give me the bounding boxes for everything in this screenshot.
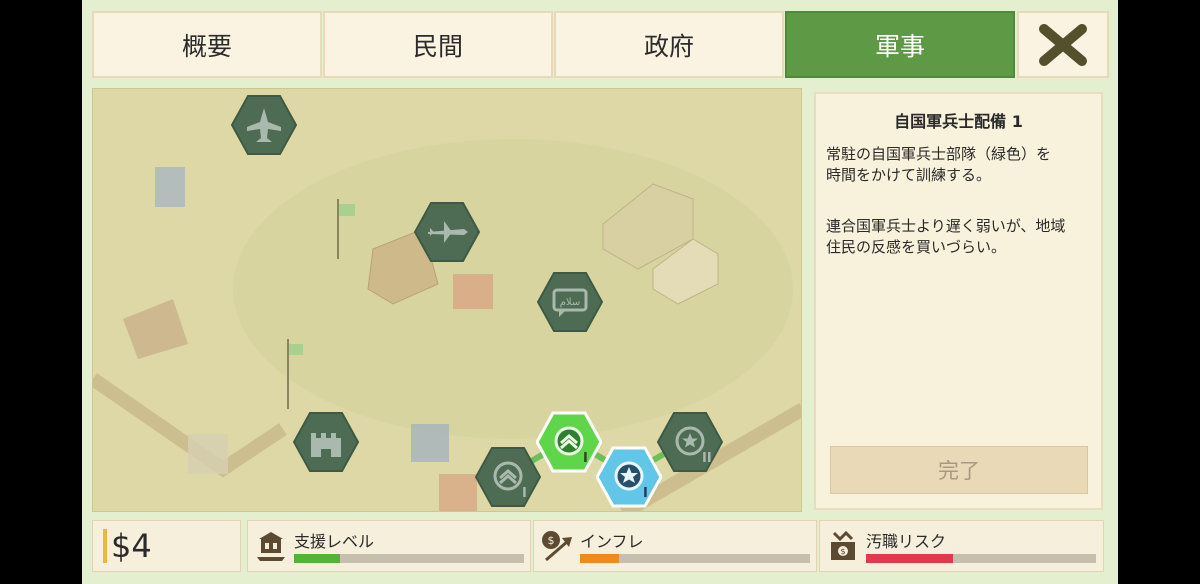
support-bar-track <box>294 554 524 563</box>
tech-node-arabic-speech[interactable]: سلام <box>537 269 603 335</box>
inflation-coin-arrow-icon: $ <box>542 531 572 562</box>
game-screen: 概要 民間 政府 軍事 سلام I I I II 自国軍兵士配備 1 常駐の自… <box>82 0 1118 584</box>
money-cursor <box>103 529 107 563</box>
panel-title: 自国軍兵士配備 1 <box>894 112 1023 131</box>
support-building-icon <box>257 532 285 561</box>
tech-node-soldier-rank-completed[interactable]: I <box>536 409 602 475</box>
svg-text:I: I <box>522 486 527 501</box>
money-display: $4 <box>92 520 241 572</box>
svg-text:I: I <box>583 451 588 466</box>
stat-corruption-label: 汚職リスク <box>866 532 947 551</box>
close-x-icon <box>1039 23 1087 66</box>
svg-text:سلام: سلام <box>560 297 581 308</box>
desc2-line2: 住民の反感を買いづらい。 <box>826 238 1007 256</box>
corruption-bar-track <box>866 554 1096 563</box>
svg-text:$: $ <box>840 547 845 556</box>
inflation-bar-track <box>580 554 810 563</box>
tech-node-drone[interactable] <box>414 199 480 265</box>
tech-node-jet-fighter[interactable] <box>231 92 297 158</box>
svg-text:I: I <box>643 486 648 501</box>
money-value: $4 <box>111 527 152 565</box>
info-panel: 自国軍兵士配備 1 常駐の自国軍兵士部隊（緑色）を 時間をかけて訓練する。 連合国… <box>814 92 1103 510</box>
tech-node-soldier-rank-1[interactable]: I <box>475 444 541 510</box>
panel-description: 常駐の自国軍兵士部隊（緑色）を 時間をかけて訓練する。 連合国軍兵士より遅く弱いが… <box>826 144 1098 288</box>
svg-text:II: II <box>702 451 712 466</box>
tab-government-label: 政府 <box>643 31 694 61</box>
tech-node-soldier-star-2[interactable]: II <box>657 409 723 475</box>
corruption-moneybag-icon: $ <box>831 530 855 560</box>
stat-inflation: $ インフレ <box>533 520 817 572</box>
complete-button[interactable]: 完了 <box>830 446 1088 494</box>
stat-inflation-label: インフレ <box>580 532 644 551</box>
support-bar-fill <box>294 554 340 563</box>
tab-military[interactable]: 軍事 <box>785 11 1015 78</box>
svg-text:$: $ <box>548 534 555 547</box>
tech-node-soldier-star-selected[interactable]: I <box>596 444 662 510</box>
stat-support-level: 支援レベル <box>247 520 531 572</box>
stat-corruption-risk: $ 汚職リスク <box>819 520 1104 572</box>
tech-node-fortress[interactable] <box>293 409 359 475</box>
desc2-line1: 連合国軍兵士より遅く弱いが、地域 <box>826 217 1066 235</box>
tab-civilian-label: 民間 <box>412 31 463 61</box>
corruption-bar-fill <box>866 554 954 563</box>
desc1-line2: 時間をかけて訓練する。 <box>826 166 992 184</box>
tab-military-label: 軍事 <box>874 31 925 61</box>
stat-support-label: 支援レベル <box>294 532 375 551</box>
tab-overview-label: 概要 <box>181 31 232 61</box>
tab-overview[interactable]: 概要 <box>92 11 322 78</box>
tab-government[interactable]: 政府 <box>554 11 784 78</box>
tech-tree-map: سلام I I I II <box>92 88 802 512</box>
desc1-line1: 常駐の自国軍兵士部隊（緑色）を <box>826 145 1052 163</box>
close-button[interactable] <box>1017 11 1109 78</box>
tab-civilian[interactable]: 民間 <box>323 11 553 78</box>
inflation-bar-fill <box>580 554 620 563</box>
